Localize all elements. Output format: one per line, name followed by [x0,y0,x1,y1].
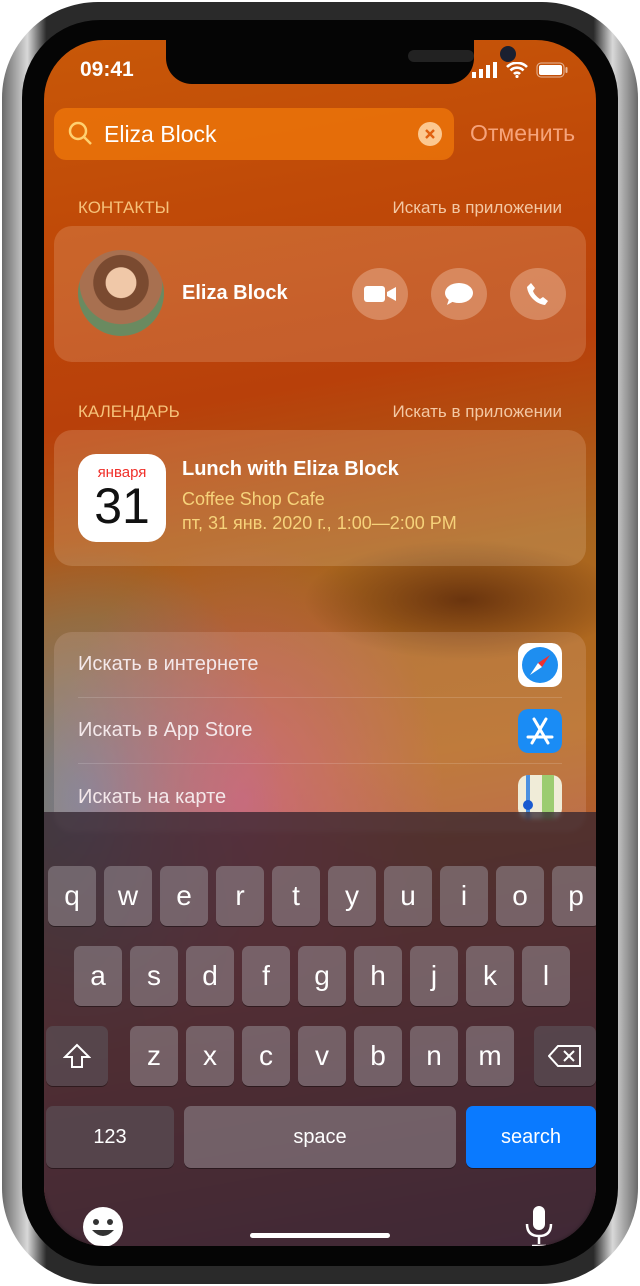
key-s[interactable]: s [130,946,178,1006]
signal-icon [472,62,497,78]
speaker [408,50,474,62]
shift-icon [63,1043,91,1068]
contacts-header: КОНТАКТЫ Искать в приложении [78,198,562,218]
event-datetime: пт, 31 янв. 2020 г., 1:00—2:00 PM [182,513,457,533]
key-u[interactable]: u [384,866,432,926]
backspace-icon [548,1045,581,1067]
list-item-label: Искать в интернете [78,653,259,675]
numbers-key[interactable]: 123 [46,1106,174,1168]
screen: 09:41 Отменить КОНТАКТЫ Искать в приложен… [44,40,596,1246]
event-location: Coffee Shop Cafe [182,489,325,509]
list-item-label: Искать в App Store [78,719,253,741]
key-p[interactable]: p [552,866,596,926]
search-key[interactable]: search [466,1106,596,1168]
search-icon [68,121,92,145]
search-web-item[interactable]: Искать в интернете [78,632,562,698]
message-icon [445,283,473,305]
phone-icon [527,283,548,305]
video-icon [364,286,396,302]
safari-icon [518,642,562,687]
key-n[interactable]: n [410,1026,458,1086]
key-c[interactable]: c [242,1026,290,1086]
microphone-icon[interactable] [524,1204,554,1246]
home-indicator [250,1233,390,1238]
clear-icon[interactable] [418,122,442,146]
key-g[interactable]: g [298,946,346,1006]
key-h[interactable]: h [354,946,402,1006]
status-icons [472,62,568,78]
key-e[interactable]: e [160,866,208,926]
emoji-icon[interactable] [82,1206,124,1246]
calendar-header: КАЛЕНДАРЬ Искать в приложении [78,402,562,422]
suggestions-list: Искать в интернете Искать в App Store Ис… [54,632,586,832]
calendar-icon: января 31 [78,454,166,542]
key-r[interactable]: r [216,866,264,926]
key-a[interactable]: a [74,946,122,1006]
calendar-event-card[interactable]: января 31 Lunch with Eliza Block Coffee S… [54,430,586,566]
event-title: Lunch with Eliza Block [182,458,399,480]
search-field[interactable] [54,108,454,160]
notch [166,40,516,84]
search-input[interactable] [104,120,404,148]
key-d[interactable]: d [186,946,234,1006]
key-m[interactable]: m [466,1026,514,1086]
call-button[interactable] [510,268,566,320]
camera [500,46,516,62]
calendar-day: 31 [94,478,150,534]
search-in-app-link[interactable]: Искать в приложении [393,402,562,422]
message-button[interactable] [431,268,487,320]
delete-key[interactable] [534,1026,596,1086]
status-time: 09:41 [80,58,134,81]
space-key[interactable]: space [184,1106,456,1168]
keyboard: 123 space search qwertyuiop asdfghjkl zxcv… [44,812,596,1246]
cancel-button[interactable]: Отменить [470,120,575,147]
key-k[interactable]: k [466,946,514,1006]
key-v[interactable]: v [298,1026,346,1086]
battery-icon [536,62,568,78]
list-item-label: Искать на карте [78,785,227,808]
section-title: КОНТАКТЫ [78,198,170,217]
key-f[interactable]: f [242,946,290,1006]
video-call-button[interactable] [352,268,408,320]
key-i[interactable]: i [440,866,488,926]
key-z[interactable]: z [130,1026,178,1086]
contact-card[interactable]: Eliza Block [54,226,586,362]
key-x[interactable]: x [186,1026,234,1086]
search-in-app-link[interactable]: Искать в приложении [393,198,562,218]
key-t[interactable]: t [272,866,320,926]
key-j[interactable]: j [410,946,458,1006]
key-l[interactable]: l [522,946,570,1006]
key-q[interactable]: q [48,866,96,926]
shift-key[interactable] [46,1026,108,1086]
key-w[interactable]: w [104,866,152,926]
section-title: КАЛЕНДАРЬ [78,402,180,421]
wifi-icon [506,62,528,78]
search-app-store-item[interactable]: Искать в App Store [78,698,562,764]
app-store-icon [518,708,562,753]
key-o[interactable]: o [496,866,544,926]
key-b[interactable]: b [354,1026,402,1086]
key-y[interactable]: y [328,866,376,926]
contact-name: Eliza Block [182,282,288,304]
avatar [78,250,164,336]
